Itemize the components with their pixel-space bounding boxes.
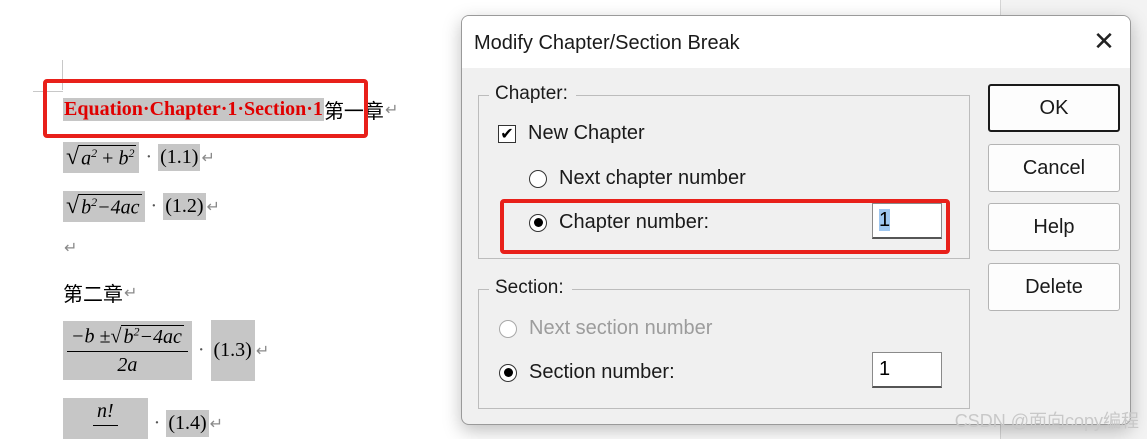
watermark: CSDN @面向copy编程 (954, 411, 1139, 431)
paragraph-mark: ↵ (201, 148, 215, 167)
paragraph-mark: ↵ (124, 283, 138, 302)
dialog-title: Modify Chapter/Section Break (474, 32, 740, 54)
section-group: Section: (478, 277, 970, 409)
section-number-value: 1 (879, 358, 891, 380)
chapter-group-label: Chapter: (489, 83, 576, 105)
space-dot: · (150, 195, 158, 217)
help-button[interactable]: Help (988, 203, 1120, 251)
radio-icon[interactable] (499, 319, 517, 338)
section-number-radio[interactable]: Section number: (499, 361, 675, 384)
new-chapter-label: New Chapter (528, 122, 645, 144)
radio-selected-icon[interactable] (499, 363, 517, 382)
chapter-heading: 第二章 (63, 284, 123, 306)
checkmark-icon[interactable]: ✔ (498, 124, 516, 143)
equation-line[interactable]: √ b2−4ac · (1.2) ↵ (63, 191, 220, 222)
paragraph-mark: ↵ (255, 341, 270, 360)
paragraph-mark: ↵ (384, 100, 399, 119)
space-dot: · (145, 146, 153, 168)
dialog-titlebar[interactable]: Modify Chapter/Section Break ✕ (462, 16, 1130, 68)
fraction: −b ±√ b2−4ac 2a (67, 324, 188, 377)
equation-line[interactable]: √ a2 + b2 · (1.1) ↵ (63, 142, 215, 173)
paragraph-mark: ↵ (209, 413, 224, 433)
sqrt-symbol: √ (66, 144, 80, 170)
empty-paragraph[interactable]: ↵ (63, 238, 77, 257)
new-chapter-checkbox[interactable]: ✔ New Chapter (498, 122, 645, 145)
space-dot: · (153, 411, 161, 434)
equation-object[interactable]: n! (63, 398, 148, 439)
space-dot: · (197, 339, 205, 361)
equation-number: (1.4) (166, 409, 209, 437)
cancel-button[interactable]: Cancel (988, 144, 1120, 192)
equation-object[interactable]: √ a2 + b2 (63, 142, 140, 173)
next-section-number-label: Next section number (529, 317, 713, 339)
radio-icon[interactable] (529, 169, 547, 188)
modify-chapter-section-break-dialog: Modify Chapter/Section Break ✕ Chapter: … (461, 15, 1131, 425)
paragraph-mark: ↵ (206, 197, 220, 216)
equation-number: (1.1) (158, 144, 201, 171)
red-highlight-box (500, 199, 950, 254)
section-group-label: Section: (489, 277, 572, 299)
section-number-input[interactable]: 1 (872, 352, 942, 388)
close-button[interactable]: ✕ (1084, 24, 1124, 60)
next-section-number-radio[interactable]: Next section number (499, 317, 712, 340)
radicand: a2 + b2 (79, 144, 137, 170)
doc-line-heading[interactable]: 第二章 ↵ (63, 278, 137, 307)
equation-line[interactable]: −b ±√ b2−4ac 2a · (1.3) ↵ (63, 320, 269, 381)
close-icon: ✕ (1093, 27, 1115, 57)
next-chapter-number-label: Next chapter number (559, 167, 746, 189)
paragraph-mark: ↵ (64, 238, 78, 257)
equation-object[interactable]: −b ±√ b2−4ac 2a (63, 321, 192, 380)
section-number-label: Section number: (529, 361, 675, 383)
fraction: n! (93, 400, 118, 426)
delete-button[interactable]: Delete (988, 263, 1120, 311)
equation-line[interactable]: n! · (1.4) ↵ (63, 398, 223, 439)
ok-button[interactable]: OK (988, 84, 1120, 132)
equation-number: (1.3) (210, 320, 255, 381)
sqrt-symbol: √ (66, 193, 80, 219)
equation-number: (1.2) (163, 193, 206, 220)
next-chapter-number-radio[interactable]: Next chapter number (529, 167, 746, 190)
red-highlight-box (43, 79, 368, 138)
equation-object[interactable]: √ b2−4ac (63, 191, 145, 222)
radicand: b2−4ac (79, 193, 142, 219)
